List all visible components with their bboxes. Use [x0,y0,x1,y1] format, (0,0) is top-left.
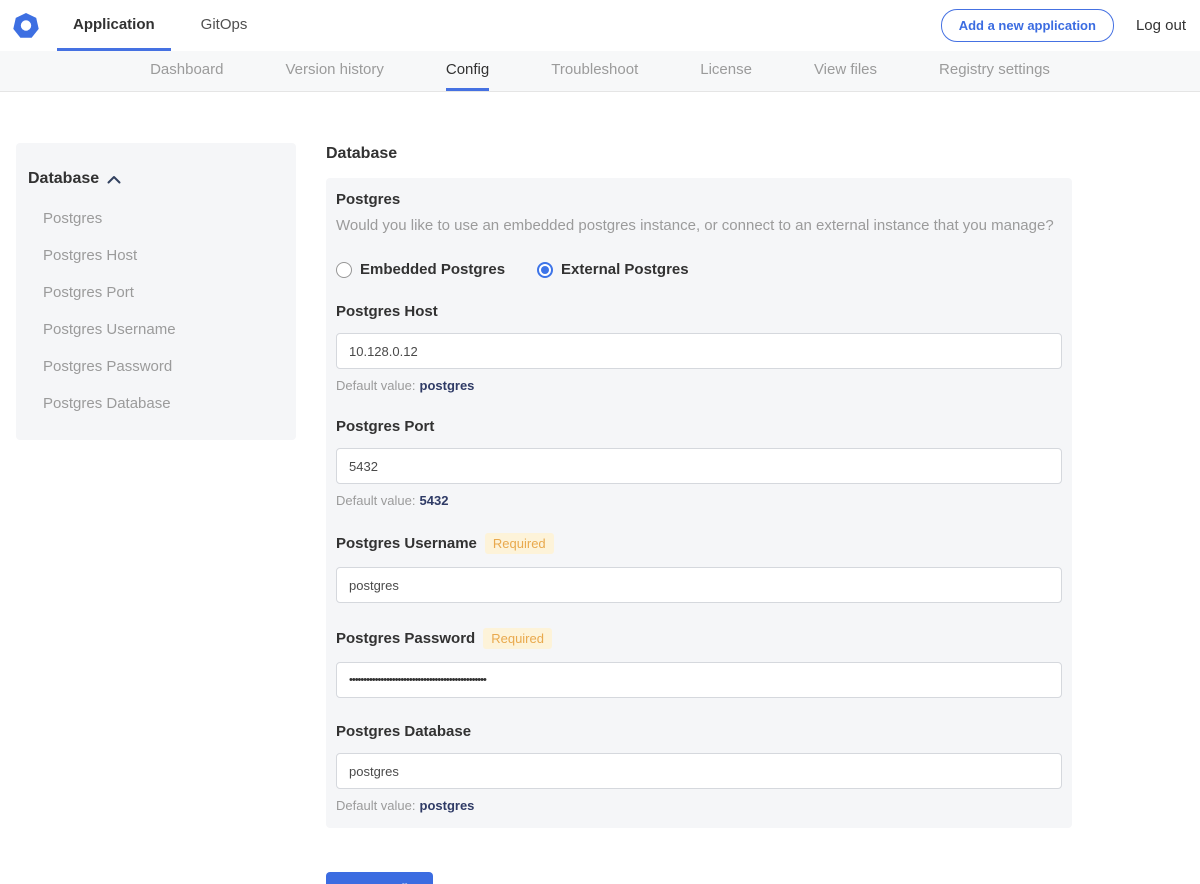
replicated-logo-icon [12,12,39,38]
field-label-postgres-port: Postgres Port [336,418,435,435]
field-label-row: Postgres Password Required [336,628,1062,649]
field-label-row: Postgres Database [336,723,1062,740]
subnav-item-registry-settings[interactable]: Registry settings [939,51,1050,91]
required-badge: Required [484,533,554,554]
sidebar-item-postgres-port[interactable]: Postgres Port [28,284,280,301]
field-label-postgres-username: Postgres Username [336,535,477,552]
sidebar-item-postgres-host[interactable]: Postgres Host [28,247,280,264]
field-label-postgres-password: Postgres Password [336,630,476,647]
save-config-button[interactable]: Save config [326,872,433,884]
tab-application-label: Application [73,15,155,33]
default-value: postgres [419,378,475,393]
subnav-item-dashboard[interactable]: Dashboard [150,51,223,91]
radio-external-postgres[interactable]: External Postgres [537,261,689,278]
navbar-right: Add a new application Log out [940,0,1200,51]
field-label-postgres-database: Postgres Database [336,723,472,740]
group-label-postgres: Postgres [336,191,401,208]
field-label-row: Postgres Username Required [336,533,1062,554]
tab-application[interactable]: Application [57,0,171,51]
postgres-username-input[interactable] [336,567,1062,603]
required-badge: Required [483,628,552,649]
postgres-host-input[interactable] [336,333,1062,369]
default-value: postgres [419,798,475,813]
postgres-database-input[interactable] [336,753,1062,789]
radio-embedded-label: Embedded Postgres [360,261,506,278]
sidebar-item-postgres-username[interactable]: Postgres Username [28,321,280,338]
default-value-prefix: Default value: [336,493,416,508]
radio-embedded-postgres[interactable]: Embedded Postgres [336,261,505,278]
primary-tabs: Application GitOps [57,0,263,51]
subnav-item-version-history[interactable]: Version history [285,51,383,91]
config-page: Database Postgres Postgres Host Postgres… [0,92,1200,884]
logout-link[interactable]: Log out [1136,17,1186,34]
subnav-item-view-files[interactable]: View files [814,51,877,91]
field-label-row: Postgres Host [336,303,1062,320]
field-label-row: Postgres Port [336,418,1062,435]
subnav-item-troubleshoot[interactable]: Troubleshoot [551,51,638,91]
top-navbar: Application GitOps Add a new application… [0,0,1200,51]
config-content: Database Postgres Would you like to use … [326,143,1072,884]
radio-external-label: External Postgres [561,261,689,278]
postgres-port-input[interactable] [336,448,1062,484]
radio-unselected-icon [336,261,352,278]
default-value: 5432 [419,493,449,508]
default-value-prefix: Default value: [336,798,416,813]
tab-gitops-label: GitOps [200,15,248,33]
sidebar-item-list: Postgres Postgres Host Postgres Port Pos… [28,210,280,412]
chevron-up-icon [107,175,121,184]
sidebar-group-database[interactable]: Database [28,170,280,188]
app-logo[interactable] [10,10,41,41]
default-value-row: Default value: 5432 [336,493,1062,508]
default-value-row: Default value: postgres [336,378,1062,393]
sidebar-group-label: Database [28,170,100,187]
add-application-button[interactable]: Add a new application [940,9,1114,42]
sidebar-item-postgres-password[interactable]: Postgres Password [28,358,280,375]
postgres-mode-radio-group: Embedded Postgres External Postgres [336,261,1062,278]
subnav-item-license[interactable]: License [700,51,752,91]
config-sidebar: Database Postgres Postgres Host Postgres… [16,143,296,440]
radio-selected-icon [537,261,554,278]
database-config-panel: Postgres Would you like to use an embedd… [326,178,1072,828]
postgres-password-input[interactable] [336,662,1062,698]
sidebar-item-postgres[interactable]: Postgres [28,210,280,227]
default-value-row: Default value: postgres [336,798,1062,813]
subnav-item-config[interactable]: Config [445,51,490,91]
postgres-help-text: Would you like to use an embedded postgr… [336,217,1054,234]
default-value-prefix: Default value: [336,378,416,393]
tab-gitops[interactable]: GitOps [185,0,264,51]
section-heading: Database [326,145,398,162]
app-subnav: Dashboard Version history Config Trouble… [0,51,1200,92]
field-label-postgres-host: Postgres Host [336,303,438,320]
sidebar-item-postgres-database[interactable]: Postgres Database [28,395,280,412]
